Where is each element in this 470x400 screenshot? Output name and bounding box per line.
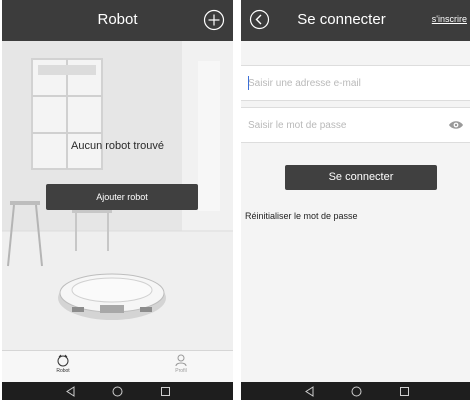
login-form: Se connecter Réinitialiser le mot de pas…: [241, 41, 470, 382]
email-row: [241, 65, 470, 101]
robot-screen: Robot Aucun robot trouvé Ajouter robot R…: [2, 0, 233, 400]
app-header: Se connecter s'inscrire: [241, 0, 470, 41]
text-caret: [248, 76, 249, 90]
home-circle-icon[interactable]: [351, 386, 362, 397]
home-circle-icon[interactable]: [112, 386, 123, 397]
login-button[interactable]: Se connecter: [285, 165, 437, 190]
back-triangle-icon[interactable]: [304, 386, 315, 397]
page-title: Se connecter: [297, 11, 386, 28]
reset-password-link[interactable]: Réinitialiser le mot de passe: [245, 211, 358, 221]
add-robot-button[interactable]: Ajouter robot: [46, 184, 198, 210]
robot-vacuum-icon: [57, 354, 69, 367]
recents-square-icon[interactable]: [399, 386, 410, 397]
login-screen: Se connecter s'inscrire Se connecter Réi…: [241, 0, 470, 400]
email-input[interactable]: [248, 66, 438, 100]
password-input[interactable]: [248, 108, 438, 142]
tab-robot[interactable]: Robot: [33, 354, 93, 374]
app-header: Robot: [2, 0, 233, 41]
signup-link[interactable]: s'inscrire: [432, 14, 467, 24]
password-row: [241, 107, 470, 143]
system-nav-bar: [241, 382, 470, 400]
tab-profil-label: Profil: [175, 368, 187, 374]
eye-icon[interactable]: [448, 119, 464, 131]
tab-robot-label: Robot: [56, 368, 70, 374]
recents-square-icon[interactable]: [160, 386, 171, 397]
add-robot-icon[interactable]: [203, 9, 225, 31]
person-icon: [175, 354, 187, 367]
no-robot-message: Aucun robot trouvé: [71, 140, 164, 152]
tab-profil[interactable]: Profil: [151, 354, 211, 374]
back-triangle-icon[interactable]: [65, 386, 76, 397]
page-title: Robot: [97, 11, 138, 28]
system-nav-bar: [2, 382, 233, 400]
bottom-tab-bar: Robot Profil: [2, 350, 233, 382]
